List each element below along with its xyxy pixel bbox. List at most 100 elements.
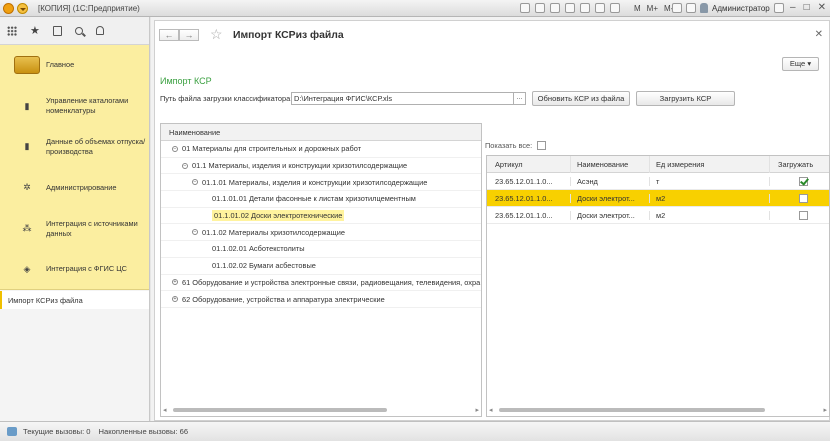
table-cell-unit: м2 (649, 210, 769, 220)
calendar-icon[interactable] (595, 3, 605, 13)
sections-panel: ★ Главное ▮ Управление каталогами номенк… (0, 17, 150, 421)
more-button[interactable]: Еще ▾ (782, 57, 819, 71)
calculator-icon[interactable] (610, 3, 620, 13)
app-logo-icon (3, 2, 14, 14)
table-cell-unit: т (649, 176, 769, 186)
current-calls: Текущие вызовы: 0 (23, 427, 91, 436)
tree-row[interactable]: 01.1.01.01 Детали фасонные к листам хриз… (161, 191, 481, 208)
section-label: Интеграция с источниками данных (46, 218, 138, 238)
save-icon[interactable] (550, 3, 560, 13)
info-icon[interactable] (672, 3, 682, 13)
expand-icon[interactable]: + (172, 279, 178, 286)
maximize-icon[interactable]: □ (804, 2, 810, 13)
column-header[interactable]: Наименование (570, 156, 649, 173)
column-header[interactable]: Загружать (769, 156, 829, 173)
tree-body: −01 Материалы для строительных и дорожны… (161, 141, 481, 308)
table-cell-name: Доски электрот... (570, 193, 649, 203)
load-checkbox[interactable] (799, 193, 808, 203)
favorites-icon[interactable]: ★ (30, 24, 40, 37)
tree-header[interactable]: Наименование (161, 124, 481, 141)
section-label: Главное (46, 60, 75, 70)
form-page: ← → ☆ Импорт КСРиз файла ✕ Еще ▾ Импорт … (154, 20, 830, 421)
section-label: Данные об объемах отпуска/производства (46, 136, 146, 156)
tree-row-label: 01.1.02 Материалы хризотилсодержащие (202, 227, 345, 237)
add-favorite-icon[interactable]: ☆ (210, 27, 223, 41)
tree-hscrollbar[interactable]: ◂ ▸ (161, 404, 481, 416)
items-table[interactable]: Артикул Наименование Ед измерения Загруж… (486, 155, 830, 417)
tree-row[interactable]: −01.1 Материалы, изделия и конструкции х… (161, 158, 481, 175)
window-title: [КОПИЯ] (1С:Предприятие) (38, 3, 140, 13)
section-administration[interactable]: ✲ Администрирование (0, 167, 149, 208)
section-data-sources-integration[interactable]: ⁂ Интеграция с источниками данных (0, 208, 149, 249)
tree-row[interactable]: +61 Оборудование и устройства электронны… (161, 275, 481, 292)
section-volume-data[interactable]: ▮ Данные об объемах отпуска/производства (0, 127, 149, 168)
scroll-right-icon[interactable]: ▸ (823, 406, 827, 414)
document-icon[interactable] (535, 3, 545, 13)
scroll-right-icon[interactable]: ▸ (475, 406, 479, 414)
integration-icon: ⁂ (22, 223, 32, 234)
section-main[interactable]: Главное (0, 45, 149, 86)
column-header[interactable]: Ед измерения (649, 156, 769, 173)
collapse-icon[interactable]: − (182, 162, 188, 169)
close-window-icon[interactable]: ✕ (818, 2, 826, 13)
column-header[interactable]: Артикул (487, 156, 570, 173)
print-icon[interactable] (520, 3, 530, 13)
minimize-icon[interactable]: ‒ (790, 2, 796, 13)
export-icon[interactable] (565, 3, 575, 13)
tree-row[interactable]: 01.1.02.01 Асботекстолиты (161, 241, 481, 258)
tree-row[interactable]: +62 Оборудование, устройства и аппаратур… (161, 291, 481, 308)
tree-row[interactable]: −01.1.02 Материалы хризотилсодержащие (161, 224, 481, 242)
update-ksr-label: Обновить КСР из файла (537, 94, 625, 103)
memory-buttons: M M+ M- (634, 4, 673, 13)
table-cell-name: Асэнд (570, 176, 649, 186)
tree-row[interactable]: 01.1.01.02 Доски электротехнические (161, 208, 481, 225)
table-row[interactable]: 23.65.12.01.1.0... Доски электрот... м2 (487, 207, 829, 224)
table-row[interactable]: 23.65.12.01.1.0... Доски электрот... м2 (487, 190, 829, 207)
zoom-icon[interactable] (686, 3, 696, 13)
memory-plus-button[interactable]: M+ (647, 4, 658, 13)
table-icon[interactable] (580, 3, 590, 13)
section-catalog-management[interactable]: ▮ Управление каталогами номенклатуры (0, 86, 149, 127)
tree-row-label: 01.1 Материалы, изделия и конструкции хр… (192, 161, 408, 171)
scroll-thumb[interactable] (173, 408, 387, 412)
classifier-tree[interactable]: Наименование −01 Материалы для строитель… (160, 123, 482, 417)
open-window-tab[interactable]: Импорт КСРиз файла (0, 291, 149, 309)
show-all-checkbox[interactable] (537, 141, 547, 150)
table-hscrollbar[interactable]: ◂ ▸ (487, 404, 829, 416)
main-menu-icon[interactable] (17, 2, 28, 14)
search-icon[interactable] (74, 26, 83, 35)
memory-button[interactable]: M (634, 4, 641, 13)
expand-icon[interactable]: + (172, 296, 178, 303)
history-icon[interactable] (52, 25, 62, 36)
open-window-label: Импорт КСРиз файла (8, 295, 83, 305)
scroll-left-icon[interactable]: ◂ (489, 406, 493, 414)
collapse-icon[interactable]: − (172, 145, 178, 152)
path-input[interactable] (291, 92, 514, 105)
section-fgis-integration[interactable]: ◈ Интеграция с ФГИС ЦС (0, 249, 149, 290)
main-area: ← → ☆ Импорт КСРиз файла ✕ Еще ▾ Импорт … (151, 17, 830, 421)
tree-row[interactable]: −01.1.01 Материалы, изделия и конструкци… (161, 174, 481, 192)
all-functions-icon[interactable] (7, 25, 17, 36)
scroll-left-icon[interactable]: ◂ (163, 406, 167, 414)
notifications-icon[interactable] (95, 26, 104, 35)
select-file-button[interactable]: ... (514, 92, 526, 105)
collapse-icon[interactable]: − (192, 229, 198, 236)
update-ksr-button[interactable]: Обновить КСР из файла (532, 91, 630, 106)
catalog-icon: ▮ (24, 100, 30, 111)
close-icon[interactable]: ✕ (815, 29, 823, 40)
load-ksr-button[interactable]: Загрузить КСР (636, 91, 735, 106)
collapse-icon[interactable]: − (192, 179, 198, 186)
tree-row-label: 01.1.01.01 Детали фасонные к листам хриз… (212, 194, 416, 204)
tree-row-label: 62 Оборудование, устройства и аппаратура… (182, 294, 385, 304)
settings-icon[interactable] (773, 3, 784, 13)
table-row[interactable]: 23.65.12.01.1.0... Асэнд т (487, 173, 829, 190)
load-checkbox[interactable] (799, 210, 808, 220)
table-header: Артикул Наименование Ед измерения Загруж… (487, 156, 829, 173)
load-checkbox[interactable] (799, 176, 808, 186)
back-button[interactable]: ← (159, 29, 179, 41)
tree-row[interactable]: −01 Материалы для строительных и дорожны… (161, 141, 481, 158)
tree-row[interactable]: 01.1.02.02 Бумаги асбестовые (161, 258, 481, 275)
forward-button[interactable]: → (179, 29, 199, 41)
user-area[interactable]: Администратор (672, 3, 784, 13)
scroll-thumb[interactable] (499, 408, 765, 412)
